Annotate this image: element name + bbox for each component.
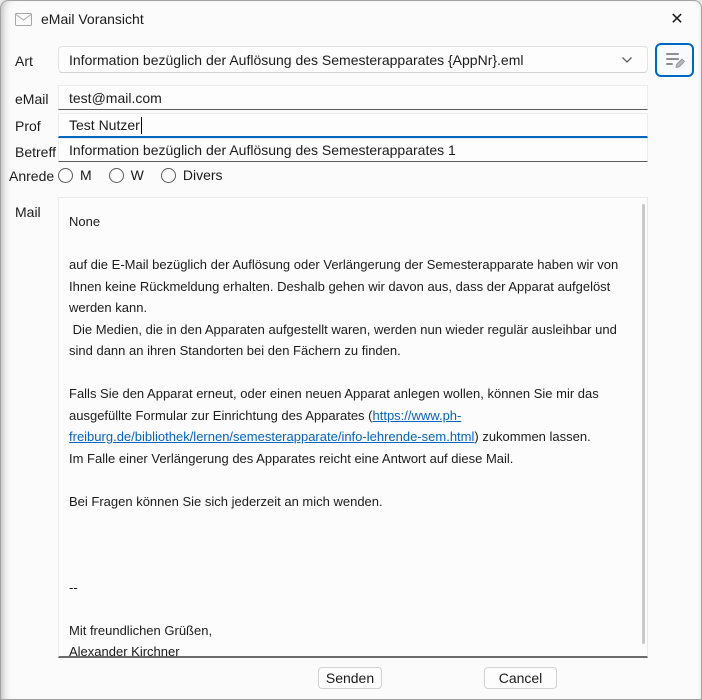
edit-template-icon xyxy=(664,51,686,69)
edit-template-button[interactable] xyxy=(655,43,694,77)
prof-field[interactable]: Test Nutzer xyxy=(58,113,648,138)
mail-paragraph xyxy=(69,469,631,491)
art-template-select[interactable]: Information bezüglich der Auflösung des … xyxy=(58,46,648,73)
mail-paragraph: auf die E-Mail bezüglich der Auflösung o… xyxy=(69,254,631,319)
prof-label: Prof xyxy=(15,118,41,134)
radio-circle-icon xyxy=(58,168,73,183)
mail-paragraph: Bei Fragen können Sie sich jederzeit an … xyxy=(69,491,631,513)
mail-paragraph xyxy=(69,555,631,577)
mail-text-run: ) zukommen lassen. xyxy=(474,429,590,444)
email-field[interactable]: test@mail.com xyxy=(58,85,648,110)
mail-paragraph: Alexander Kirchner xyxy=(69,641,631,658)
radio-divers[interactable]: Divers xyxy=(161,167,223,183)
betreff-value: Information bezüglich der Auflösung des … xyxy=(69,142,456,158)
mail-text-run: -- xyxy=(69,580,78,595)
text-caret xyxy=(141,117,142,134)
email-label: eMail xyxy=(15,91,48,107)
envelope-icon xyxy=(15,13,32,26)
anrede-label: Anrede xyxy=(9,168,54,184)
radio-circle-icon xyxy=(109,168,124,183)
radio-divers-label: Divers xyxy=(183,167,223,183)
prof-value: Test Nutzer xyxy=(69,117,140,133)
cancel-button[interactable]: Cancel xyxy=(484,667,557,689)
mail-paragraph xyxy=(69,362,631,384)
chevron-down-icon xyxy=(621,56,633,64)
mail-text-run: Alexander Kirchner xyxy=(69,644,180,658)
mail-paragraph: -- xyxy=(69,577,631,599)
mail-text-run: Falls Sie den Apparat erneut, oder einen… xyxy=(69,386,602,423)
mail-paragraph xyxy=(69,534,631,556)
radio-m[interactable]: M xyxy=(58,167,92,183)
mail-paragraph: Mit freundlichen Grüßen, xyxy=(69,620,631,642)
email-value: test@mail.com xyxy=(69,90,162,106)
betreff-field[interactable]: Information bezüglich der Auflösung des … xyxy=(58,138,648,162)
mail-paragraph: Im Falle einer Verlängerung des Apparate… xyxy=(69,448,631,470)
radio-w[interactable]: W xyxy=(109,167,144,183)
mail-paragraph xyxy=(69,233,631,255)
window-title: eMail Voransicht xyxy=(41,11,144,27)
close-button[interactable]: ✕ xyxy=(661,6,693,32)
mail-body[interactable]: None auf die E-Mail bezüglich der Auflösu… xyxy=(58,197,648,658)
art-selected-value: Information bezüglich der Auflösung des … xyxy=(69,52,621,68)
mail-text-run: Mit freundlichen Grüßen, xyxy=(69,623,212,638)
mail-paragraph: None xyxy=(69,211,631,233)
radio-circle-icon xyxy=(161,168,176,183)
mail-paragraph: Die Medien, die in den Apparaten aufgest… xyxy=(69,319,631,362)
close-icon: ✕ xyxy=(670,9,683,29)
send-button[interactable]: Senden xyxy=(318,667,382,689)
mail-paragraph: Falls Sie den Apparat erneut, oder einen… xyxy=(69,383,631,448)
email-preview-dialog: eMail Voransicht ✕ Art Information bezüg… xyxy=(0,0,702,700)
mail-scrollbar[interactable] xyxy=(642,204,645,644)
radio-m-label: M xyxy=(80,167,92,183)
titlebar: eMail Voransicht ✕ xyxy=(1,1,701,37)
mail-text-run: auf die E-Mail bezüglich der Auflösung o… xyxy=(69,257,622,315)
mail-paragraph xyxy=(69,512,631,534)
radio-w-label: W xyxy=(131,167,144,183)
mail-label: Mail xyxy=(15,204,41,220)
mail-text-run: Bei Fragen können Sie sich jederzeit an … xyxy=(69,494,383,509)
mail-text-run: Die Medien, die in den Apparaten aufgest… xyxy=(69,322,620,359)
art-label: Art xyxy=(15,53,33,69)
betreff-label: Betreff xyxy=(15,144,56,160)
anrede-radio-group: M W Divers xyxy=(58,165,223,185)
mail-text-run: Im Falle einer Verlängerung des Apparate… xyxy=(69,451,513,466)
mail-text-run: None xyxy=(69,214,100,229)
mail-paragraph xyxy=(69,598,631,620)
